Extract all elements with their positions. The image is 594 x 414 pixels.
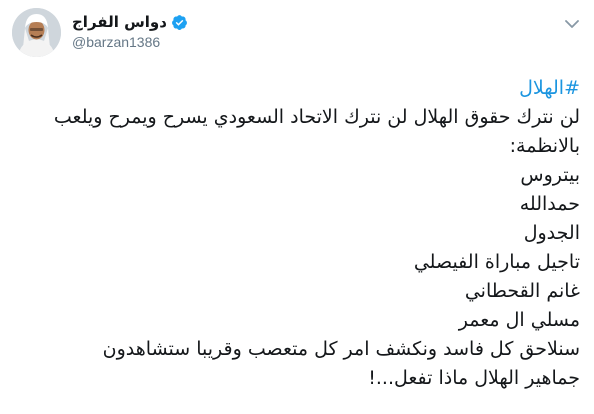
display-name[interactable]: دواس الفراج <box>72 13 167 31</box>
tweet-line: سنلاحق كل فاسد ونكشف امر كل متعصب وقريبا… <box>102 338 580 360</box>
chevron-down-icon[interactable] <box>562 14 582 34</box>
tweet-line: بيتروس <box>520 164 580 186</box>
tweet-text: #الهلال لن نترك حقوق الهلال لن نترك الات… <box>14 74 580 393</box>
tweet-line: الجدول <box>523 222 580 244</box>
author-names: دواس الفراج @barzan1386 <box>72 12 188 50</box>
tweet-line: حمدالله <box>519 193 580 215</box>
verified-badge-icon <box>171 14 188 31</box>
tweet-line: تاجيل مباراة الفيصلي <box>413 251 580 273</box>
tweet-line: مسلي ال معمر <box>458 309 580 331</box>
tweet-header: دواس الفراج @barzan1386 <box>12 8 582 68</box>
display-name-row: دواس الفراج <box>72 12 188 32</box>
tweet-line: غانم القحطاني <box>464 280 580 302</box>
tweet-card: دواس الفراج @barzan1386 #الهلال لن نترك … <box>0 0 594 414</box>
tweet-line: جماهير الهلال ماذا تفعل...! <box>368 367 580 389</box>
avatar[interactable] <box>12 8 61 57</box>
hashtag-link[interactable]: #الهلال <box>14 74 580 103</box>
tweet-line: لن نترك حقوق الهلال لن نترك الاتحاد السع… <box>53 106 580 128</box>
author-handle[interactable]: @barzan1386 <box>72 34 188 50</box>
tweet-line: بالانظمة: <box>509 135 580 157</box>
